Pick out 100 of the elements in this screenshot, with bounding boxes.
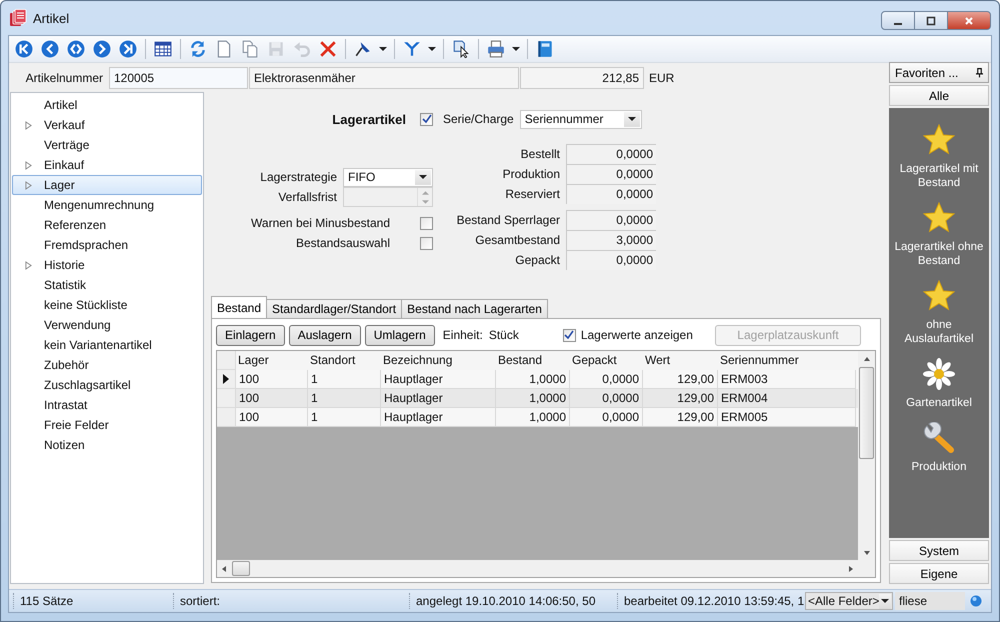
- unit-label: Einheit:: [442, 328, 483, 342]
- sidebar-item[interactable]: Artikel: [12, 95, 202, 115]
- column-header[interactable]: Bestand: [496, 351, 570, 370]
- field-filter-dropdown[interactable]: <Alle Felder>: [805, 592, 893, 610]
- created-status: angelegt 19.10.2010 14:06:50, 50: [409, 593, 617, 609]
- quantity-field: 0,0000: [566, 184, 656, 204]
- table-cell: 0,0000: [570, 408, 643, 427]
- favorite-label[interactable]: Gartenartikel: [891, 396, 987, 410]
- caret-icon: [628, 117, 636, 121]
- close-icon: [964, 16, 974, 26]
- prev-icon: [41, 40, 59, 58]
- scroll-thumb[interactable]: [859, 367, 874, 459]
- sidebar-item[interactable]: Historie: [12, 255, 202, 275]
- sidebar-item[interactable]: Zuschlagsartikel: [12, 375, 202, 395]
- favorites-section-button[interactable]: Alle: [889, 85, 989, 106]
- sidebar-item[interactable]: Notizen: [12, 435, 202, 455]
- favorites-section-button[interactable]: Eigene: [889, 563, 989, 584]
- row-header[interactable]: [217, 370, 236, 389]
- expand-arrow-icon[interactable]: [25, 160, 32, 170]
- star-icon: [923, 280, 955, 312]
- sidebar-item[interactable]: Statistik: [12, 275, 202, 295]
- checkbox[interactable]: [420, 216, 433, 230]
- quantity-field: 0,0000: [566, 164, 656, 184]
- sidebar-item[interactable]: Verträge: [12, 135, 202, 155]
- column-header[interactable]: Standort: [308, 351, 381, 370]
- sidebar-item[interactable]: Verwendung: [12, 315, 202, 335]
- expand-arrow-icon[interactable]: [25, 120, 32, 130]
- field-label: Lagerartikel: [332, 112, 406, 126]
- checkbox[interactable]: [420, 236, 433, 250]
- filter-icon: [403, 40, 421, 58]
- sidebar-item[interactable]: Verkauf: [12, 115, 202, 135]
- quantity-field: 0,0000: [566, 144, 656, 164]
- field-label: Verfallsfrist: [278, 190, 337, 204]
- article-number-field[interactable]: 120005: [109, 67, 248, 89]
- column-header[interactable]: Wert: [643, 351, 718, 370]
- action-button[interactable]: Einlagern: [216, 324, 285, 346]
- close-button[interactable]: [947, 11, 991, 30]
- article-name-field[interactable]: Elektrorasenmäher: [249, 67, 519, 89]
- action-button[interactable]: Auslagern: [288, 324, 361, 346]
- sidebar-item[interactable]: kein Variantenartikel: [12, 335, 202, 355]
- scroll-down-icon[interactable]: [864, 551, 870, 555]
- field-label: Gesamtbestand: [474, 232, 561, 249]
- column-header[interactable]: Seriennummer: [718, 351, 856, 370]
- search-field[interactable]: fliese: [895, 592, 965, 610]
- sidebar-item[interactable]: Referenzen: [12, 215, 202, 235]
- sidebar-item[interactable]: Intrastat: [12, 395, 202, 415]
- checkbox[interactable]: [562, 328, 576, 342]
- undo-icon: [293, 40, 311, 58]
- sidebar-item[interactable]: Fremdsprachen: [12, 235, 202, 255]
- record-count: 115 Sätze: [13, 593, 173, 609]
- sidebar-item[interactable]: keine Stückliste: [12, 295, 202, 315]
- checkbox-label: Warnen bei Minusbestand: [251, 216, 390, 230]
- horizontal-scrollbar[interactable]: [217, 560, 858, 577]
- sort-status: sortiert:: [173, 593, 409, 609]
- minimize-button[interactable]: [881, 11, 915, 30]
- sidebar-item[interactable]: Mengenumrechnung: [12, 195, 202, 215]
- scroll-left-icon[interactable]: [222, 566, 226, 572]
- currency-label: EUR: [649, 70, 674, 87]
- favorite-label[interactable]: ohne Auslaufartikel: [904, 318, 974, 346]
- tab[interactable]: Standardlager/Standort: [266, 299, 402, 318]
- expand-arrow-icon[interactable]: [25, 260, 32, 270]
- tab[interactable]: Bestand: [211, 296, 268, 318]
- checkbox[interactable]: [420, 112, 433, 126]
- scroll-up-icon[interactable]: [864, 357, 870, 361]
- next-icon: [93, 40, 111, 58]
- sidebar-item[interactable]: Freie Felder: [12, 415, 202, 435]
- book-icon: [536, 40, 554, 58]
- checkmark-icon: [422, 114, 432, 124]
- documents-icon: [9, 9, 27, 27]
- favorites-header[interactable]: Favoriten ...: [889, 62, 989, 83]
- favorite-label[interactable]: Produktion: [891, 460, 987, 474]
- column-header[interactable]: Gepackt: [570, 351, 643, 370]
- scroll-right-icon[interactable]: [849, 566, 853, 572]
- delete-icon: [319, 40, 337, 58]
- column-header[interactable]: Lager: [236, 351, 308, 370]
- globe-icon: [970, 595, 982, 607]
- tab[interactable]: Bestand nach Lagerarten: [401, 299, 548, 318]
- sidebar-item[interactable]: Lager: [12, 175, 202, 195]
- column-header[interactable]: Bezeichnung: [381, 351, 496, 370]
- field-label: Reserviert: [504, 186, 561, 203]
- maximize-button[interactable]: [914, 11, 948, 30]
- jump-icon: [67, 40, 85, 58]
- field-label: Bestand Sperrlager: [456, 212, 561, 229]
- price-field[interactable]: 212,85: [520, 67, 644, 89]
- scroll-thumb[interactable]: [232, 561, 250, 576]
- quantity-field: 0,0000: [566, 210, 656, 230]
- page-icon: [215, 40, 233, 58]
- strategy-dropdown[interactable]: FIFO: [343, 168, 433, 186]
- vertical-scrollbar[interactable]: [858, 351, 875, 577]
- favorite-label[interactable]: Lagerartikel ohne Bestand: [891, 240, 987, 268]
- action-button[interactable]: Umlagern: [364, 324, 435, 346]
- favorite-label[interactable]: Lagerartikel mit Bestand: [891, 162, 987, 190]
- sidebar-item[interactable]: Zubehör: [12, 355, 202, 375]
- series-dropdown[interactable]: Seriennummer: [520, 110, 642, 128]
- favorites-section-button[interactable]: System: [889, 540, 989, 561]
- field-label: Serie/Charge: [443, 112, 514, 126]
- sidebar-item[interactable]: Einkauf: [12, 155, 202, 175]
- expand-arrow-icon[interactable]: [25, 180, 32, 190]
- minimize-icon: [894, 22, 902, 24]
- field-label: Lagerstrategie: [260, 170, 337, 184]
